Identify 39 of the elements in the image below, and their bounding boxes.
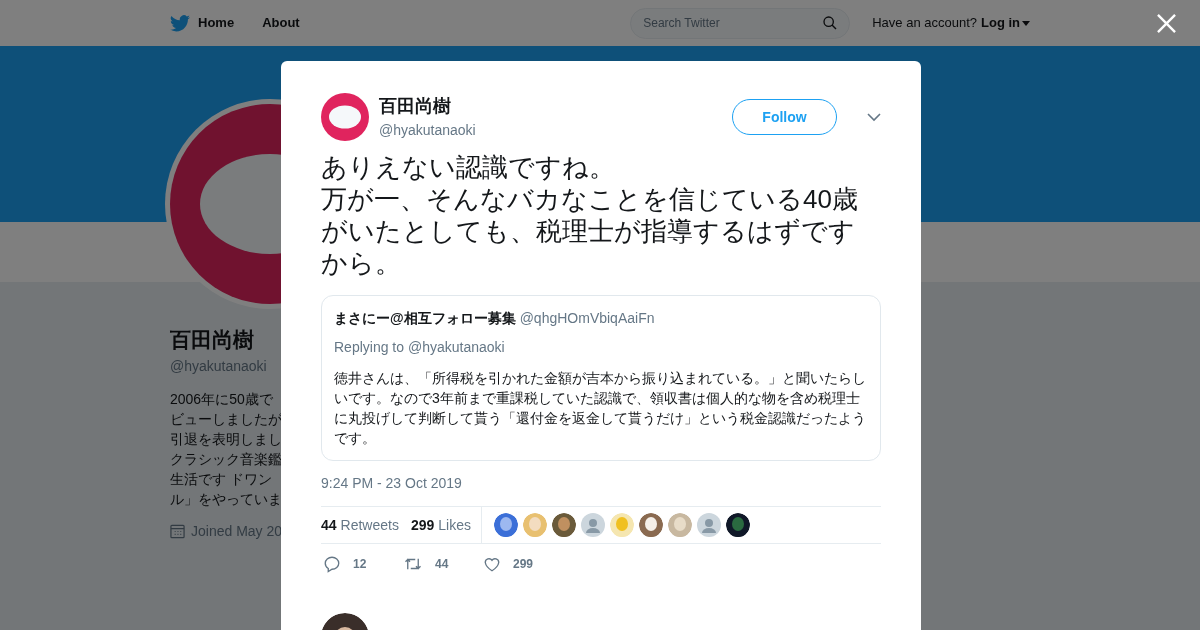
bio-line: 引退を表明しまし <box>170 430 282 449</box>
bio-line: クラシック音楽鑑 <box>170 450 282 469</box>
account-prompt: Have an account? <box>872 14 977 33</box>
tweet-timestamp[interactable]: 9:24 PM - 23 Oct 2019 <box>321 473 881 494</box>
quoted-tweet-text: 徳井さんは、「所得税を引かれた金額が吉本から振り込まれている。」と聞いたらしいです。なので3年前まで重課税していた認識で、領収書は個人的な物を含め税理士に丸投げして判断して貰う「還付金を返金して貰うだけ」という税金認識だったようです。 <box>334 369 867 448</box>
profile-handle: @hyakutanaoki <box>170 357 267 376</box>
caret-icon <box>1022 20 1030 26</box>
tweet-text: ありえない認識ですね。 <box>321 151 616 183</box>
stat-count[interactable]: 44 <box>321 514 337 536</box>
tweet-text: 万が一、そんなバカなことを信じている40歳がいたとしても、税理士が指導するはずですから。 <box>321 183 859 279</box>
avatar-icon <box>697 513 721 538</box>
search-field[interactable]: Search Twitter <box>630 7 851 39</box>
replying-to-text: Replying to @hyakutanaoki <box>334 338 506 357</box>
reply-icon[interactable] <box>323 554 341 573</box>
stat-count[interactable]: 299 <box>410 514 435 536</box>
stat-label[interactable]: Retweets <box>340 514 399 536</box>
login-button[interactable]: Log in <box>981 13 1030 33</box>
quoted-author-handle: @qhgHOmVbiqAaiFn <box>519 309 655 328</box>
profile-name: 百田尚樹 <box>170 327 254 353</box>
joined-date: Joined May 20 <box>191 522 283 541</box>
chevron-down-icon[interactable] <box>867 112 881 122</box>
action-count: 44 <box>435 555 449 573</box>
nav-link[interactable]: Home <box>198 13 235 33</box>
user-avatar-icon[interactable] <box>321 93 369 141</box>
stat-label[interactable]: Likes <box>438 514 471 536</box>
action-count: 299 <box>513 555 534 573</box>
bio-line: ル」をやっていま <box>170 490 282 509</box>
author-name[interactable]: 百田尚樹 <box>379 93 722 120</box>
quoted-tweet-card[interactable]: まさにー@相互フォロー募集 @qhgHOmVbiqAaiFn Replying to @hyakutanaoki 徳井さんは、「所得税を引かれた金額が吉本から振り込まれている。」と聞いたらしいです。なので3年前まで重課税していた認識で、領収書は個人的な物を含め税理士に丸投げして判断して貰う「還付金を返金して貰うだけ」という税金認識だったようです。 <box>321 295 881 461</box>
bio-line: 2006年に50歳で <box>170 390 273 409</box>
avatar-icon <box>581 513 605 538</box>
search-icon[interactable] <box>822 14 839 31</box>
quoted-author-name: まさにー@相互フォロー募集 <box>334 309 516 328</box>
nav-link[interactable]: About <box>262 13 300 33</box>
close-icon[interactable] <box>1157 14 1176 33</box>
calendar-icon <box>170 524 185 539</box>
action-count: 12 <box>353 555 367 573</box>
bio-line: 生活です ドワン <box>170 470 272 489</box>
author-handle[interactable]: @hyakutanaoki <box>379 120 722 141</box>
